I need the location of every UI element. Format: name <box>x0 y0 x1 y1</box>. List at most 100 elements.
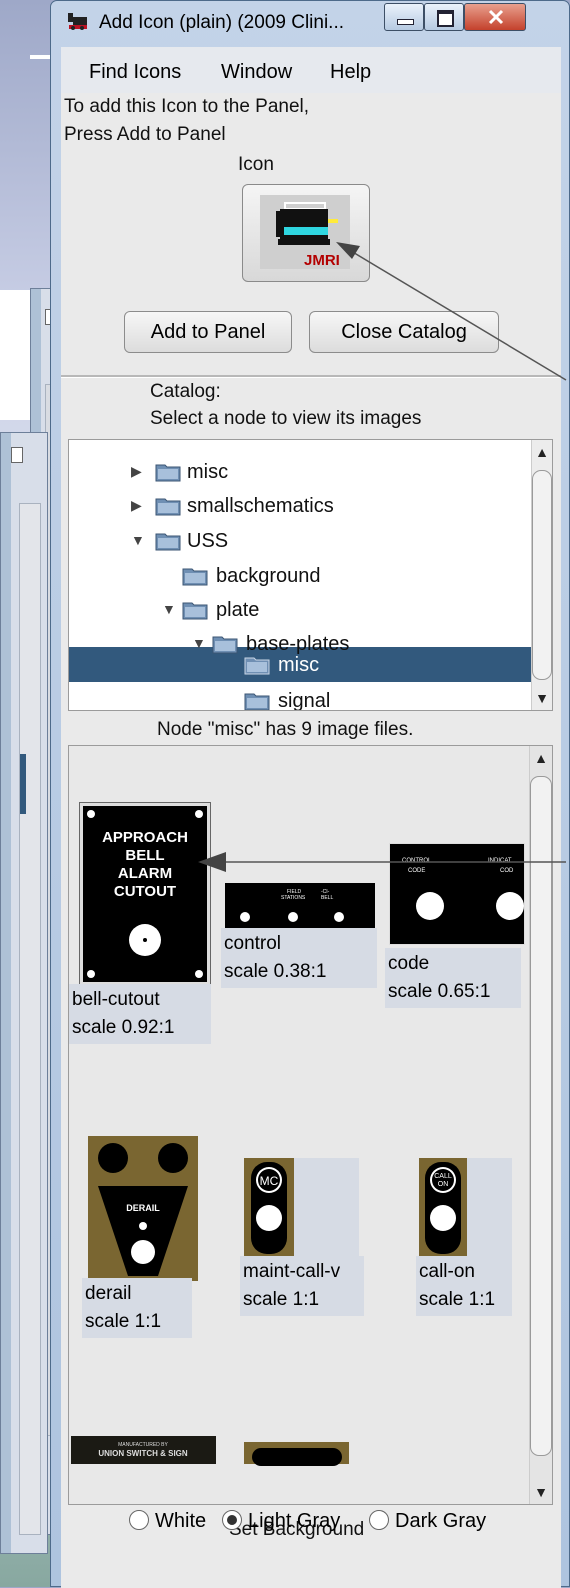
partial-plate <box>252 1448 342 1466</box>
svg-text:DERAIL: DERAIL <box>126 1203 160 1213</box>
maint-call-caption: maint-call-v scale 1:1 <box>240 1256 364 1316</box>
control-plate: FIELD STATIONS -CI- BELL <box>240 889 344 922</box>
derail-plate: DERAIL <box>98 1143 188 1276</box>
train-icon <box>68 13 87 30</box>
jmri-locomotive-icon: JMRI <box>260 195 350 269</box>
svg-text:MC: MC <box>260 1174 279 1188</box>
folder-icon <box>155 464 181 482</box>
divider <box>61 375 561 378</box>
window-icon <box>11 447 23 463</box>
code-plate: CONTROL CODE INDICAT COD <box>402 858 524 920</box>
gallery-item-union-switch[interactable]: MANUFACTURED BY UNION SWITCH & SIGN <box>71 1436 216 1464</box>
menu-bar: Find Icons Window Help <box>61 47 561 93</box>
svg-text:CUTOUT: CUTOUT <box>114 883 176 900</box>
catalog-label: Catalog: <box>150 381 221 402</box>
instruction-line-2: Press Add to Panel <box>64 124 226 145</box>
gallery-item-code[interactable]: CONTROL CODE INDICAT COD <box>389 843 525 945</box>
folder-icon <box>244 693 270 710</box>
minimize-button[interactable] <box>384 3 424 31</box>
folder-open-icon <box>212 636 238 654</box>
gallery-item-derail[interactable]: DERAIL <box>88 1136 198 1281</box>
scroll-thumb[interactable] <box>532 470 552 680</box>
svg-text:MANUFACTURED BY: MANUFACTURED BY <box>118 1442 168 1448</box>
gallery-item-control[interactable]: FIELD STATIONS -CI- BELL <box>225 883 375 931</box>
svg-text:COD: COD <box>500 868 514 874</box>
svg-text:BELL: BELL <box>125 847 164 864</box>
radio-icon[interactable] <box>129 1510 149 1530</box>
menu-window[interactable]: Window <box>221 61 292 84</box>
collapse-arrow-icon[interactable]: ▼ <box>131 532 145 548</box>
svg-text:APPROACH: APPROACH <box>102 829 188 846</box>
union-switch-plate: MANUFACTURED BY UNION SWITCH & SIGN <box>98 1442 188 1458</box>
menu-help[interactable]: Help <box>330 61 371 84</box>
expand-arrow-icon[interactable]: ▶ <box>131 497 142 514</box>
radio-white[interactable]: White <box>129 1510 206 1533</box>
close-icon <box>488 9 504 25</box>
folder-icon <box>182 568 208 586</box>
tree-scrollbar[interactable]: ▲ ▼ <box>531 440 552 710</box>
selection-mark <box>20 754 26 814</box>
gallery-item-partial[interactable] <box>244 1442 349 1466</box>
close-catalog-button[interactable]: Close Catalog <box>309 311 499 353</box>
gallery-item-call-on[interactable]: CALL ON <box>419 1158 512 1258</box>
svg-text:ON: ON <box>438 1181 449 1188</box>
collapse-arrow-icon[interactable]: ▼ <box>162 601 176 617</box>
window-content: Find Icons Window Help To add this Icon … <box>61 47 561 1588</box>
expand-arrow-icon[interactable]: ▶ <box>131 463 142 480</box>
radio-dark-gray[interactable]: Dark Gray <box>369 1510 486 1533</box>
window-title: Add Icon (plain) (2009 Clini... <box>99 12 345 33</box>
maximize-icon <box>437 10 454 27</box>
maximize-button[interactable] <box>424 3 464 31</box>
bell-cutout-caption: bell-cutout scale 0.92:1 <box>69 984 211 1044</box>
svg-text:BELL: BELL <box>321 895 333 901</box>
minimize-icon <box>397 19 414 25</box>
jmri-logo-text: JMRI <box>304 252 340 269</box>
title-bar[interactable]: Add Icon (plain) (2009 Clini... <box>51 1 569 47</box>
window-border <box>1 433 11 1553</box>
folder-open-icon <box>155 533 181 551</box>
image-gallery[interactable]: APPROACH BELL ALARM CUTOUT bell-cutout sc… <box>68 745 553 1505</box>
svg-text:CONTROL: CONTROL <box>402 858 432 864</box>
scroll-up-icon[interactable]: ▲ <box>530 748 552 768</box>
folder-open-icon <box>182 602 208 620</box>
locomotive-image: JMRI <box>260 195 350 269</box>
close-window-button[interactable] <box>464 3 526 31</box>
window-body <box>19 503 41 1535</box>
radio-selected-icon[interactable] <box>222 1510 242 1530</box>
svg-text:CALL: CALL <box>434 1173 452 1180</box>
code-caption: code scale 0.65:1 <box>385 948 521 1008</box>
add-to-panel-button[interactable]: Add to Panel <box>124 311 292 353</box>
catalog-hint: Select a node to view its images <box>150 408 422 429</box>
gallery-scrollbar[interactable]: ▲ ▼ <box>529 746 552 1504</box>
instruction-line-1: To add this Icon to the Panel, <box>64 96 310 117</box>
icon-preview-button[interactable]: JMRI <box>242 184 370 282</box>
scroll-up-icon[interactable]: ▲ <box>532 442 552 462</box>
bell-cutout-plate: APPROACH BELL ALARM CUTOUT <box>87 810 203 978</box>
catalog-tree[interactable]: ▶ misc ▶ smallschematics ▼ USS backgroun… <box>68 439 553 711</box>
svg-text:STATIONS: STATIONS <box>281 895 306 901</box>
gallery-item-maint-call[interactable]: MC <box>244 1158 359 1258</box>
scroll-down-icon[interactable]: ▼ <box>530 1482 552 1502</box>
icon-label: Icon <box>238 154 274 175</box>
derail-caption: derail scale 1:1 <box>82 1278 192 1338</box>
background-window[interactable] <box>0 432 48 1554</box>
svg-text:CODE: CODE <box>408 868 425 874</box>
call-on-caption: call-on scale 1:1 <box>416 1256 512 1316</box>
scroll-down-icon[interactable]: ▼ <box>532 688 552 708</box>
svg-text:UNION SWITCH & SIGN: UNION SWITCH & SIGN <box>98 1449 188 1458</box>
control-caption: control scale 0.38:1 <box>221 928 377 988</box>
radio-icon[interactable] <box>369 1510 389 1530</box>
add-icon-window: Add Icon (plain) (2009 Clini... Find Ico… <box>50 0 570 1588</box>
scroll-thumb[interactable] <box>530 776 552 1456</box>
gallery-item-bell-cutout[interactable]: APPROACH BELL ALARM CUTOUT <box>79 802 211 986</box>
node-info: Node "misc" has 9 image files. <box>157 719 414 740</box>
menu-find-icons[interactable]: Find Icons <box>89 61 181 84</box>
radio-light-gray[interactable]: Light Gray <box>222 1510 340 1533</box>
folder-icon <box>155 498 181 516</box>
call-on-plate: CALL ON <box>419 1158 467 1258</box>
maint-call-plate: MC <box>244 1158 294 1258</box>
collapse-arrow-icon[interactable]: ▼ <box>192 635 206 651</box>
svg-text:INDICAT: INDICAT <box>488 858 512 864</box>
svg-text:ALARM: ALARM <box>118 865 172 882</box>
folder-icon <box>244 657 270 675</box>
